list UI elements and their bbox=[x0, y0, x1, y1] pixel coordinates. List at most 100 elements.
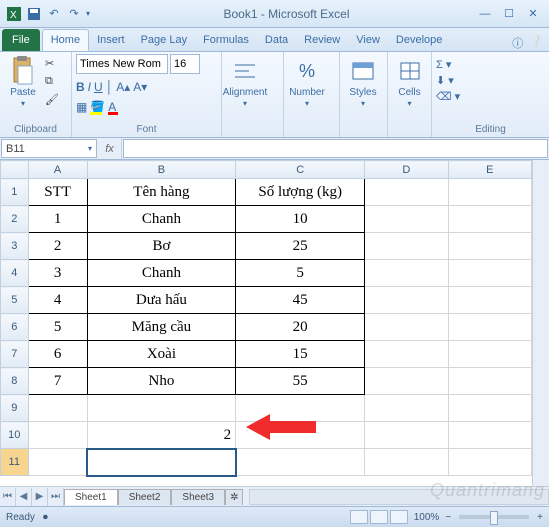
row-header[interactable]: 3 bbox=[1, 233, 29, 260]
row-header[interactable]: 5 bbox=[1, 287, 29, 314]
col-header-c[interactable]: C bbox=[236, 161, 365, 179]
help-icon[interactable]: ❔ bbox=[529, 35, 543, 51]
cell[interactable]: 7 bbox=[28, 368, 87, 395]
vertical-scrollbar[interactable] bbox=[532, 160, 549, 486]
sheet-tab-2[interactable]: Sheet2 bbox=[118, 489, 172, 505]
underline-button[interactable]: U bbox=[94, 80, 103, 94]
cell[interactable] bbox=[87, 395, 235, 422]
cell[interactable]: Chanh bbox=[87, 206, 235, 233]
font-name-select[interactable] bbox=[76, 54, 168, 74]
cell[interactable] bbox=[365, 260, 448, 287]
cell[interactable]: 55 bbox=[236, 368, 365, 395]
zoom-in-icon[interactable]: + bbox=[537, 512, 543, 523]
col-header-e[interactable]: E bbox=[448, 161, 531, 179]
row-header[interactable]: 2 bbox=[1, 206, 29, 233]
shrink-font-icon[interactable]: A▾ bbox=[133, 80, 147, 94]
name-box[interactable]: B11▾ bbox=[1, 139, 97, 158]
font-color-icon[interactable]: A bbox=[108, 100, 116, 114]
cell[interactable] bbox=[448, 368, 531, 395]
cells-button[interactable]: Cells▾ bbox=[392, 54, 427, 108]
cell[interactable]: 25 bbox=[236, 233, 365, 260]
cell[interactable] bbox=[365, 179, 448, 206]
cell[interactable]: Bơ bbox=[87, 233, 235, 260]
view-page-layout-icon[interactable] bbox=[370, 510, 388, 524]
cell[interactable] bbox=[448, 449, 531, 476]
font-size-select[interactable] bbox=[170, 54, 200, 74]
cell[interactable]: 2 bbox=[28, 233, 87, 260]
qat-customize-icon[interactable]: ▾ bbox=[86, 9, 90, 18]
cell[interactable] bbox=[365, 287, 448, 314]
cell[interactable] bbox=[448, 287, 531, 314]
zoom-slider[interactable] bbox=[459, 515, 529, 519]
cell[interactable] bbox=[28, 395, 87, 422]
styles-button[interactable]: Styles▾ bbox=[344, 54, 382, 108]
tab-home[interactable]: Home bbox=[42, 29, 89, 51]
zoom-level[interactable]: 100% bbox=[414, 512, 440, 523]
cell[interactable]: 4 bbox=[28, 287, 87, 314]
cell[interactable]: 15 bbox=[236, 341, 365, 368]
tab-file[interactable]: File bbox=[2, 29, 40, 51]
cell-b11-selected[interactable] bbox=[87, 449, 235, 476]
row-header[interactable]: 7 bbox=[1, 341, 29, 368]
macro-record-icon[interactable]: ⏺ bbox=[43, 512, 48, 523]
tab-developer[interactable]: Develope bbox=[388, 29, 450, 51]
zoom-out-icon[interactable]: − bbox=[445, 512, 451, 523]
cell[interactable]: Tên hàng bbox=[87, 179, 235, 206]
paste-button[interactable]: Paste ▾ bbox=[4, 54, 42, 108]
italic-button[interactable]: I bbox=[88, 80, 91, 94]
tab-review[interactable]: Review bbox=[296, 29, 348, 51]
cell[interactable] bbox=[448, 341, 531, 368]
cell[interactable]: 45 bbox=[236, 287, 365, 314]
autosum-icon[interactable]: Σ ▾ bbox=[436, 58, 451, 71]
cell[interactable]: Măng cầu bbox=[87, 314, 235, 341]
fill-icon[interactable]: ⬇ ▾ bbox=[436, 74, 454, 87]
fill-color-icon[interactable]: 🪣 bbox=[90, 100, 105, 114]
sheet-tab-3[interactable]: Sheet3 bbox=[171, 489, 225, 505]
cell[interactable]: 3 bbox=[28, 260, 87, 287]
cell[interactable] bbox=[28, 422, 87, 449]
cell[interactable]: 10 bbox=[236, 206, 365, 233]
cell[interactable] bbox=[365, 422, 448, 449]
cell[interactable]: Số lượng (kg) bbox=[236, 179, 365, 206]
fx-icon[interactable]: fx bbox=[98, 138, 122, 159]
row-header[interactable]: 11 bbox=[1, 449, 29, 476]
tab-view[interactable]: View bbox=[348, 29, 388, 51]
cell[interactable] bbox=[448, 314, 531, 341]
format-painter-icon[interactable]: 🖌 bbox=[45, 93, 61, 109]
cell[interactable] bbox=[365, 449, 448, 476]
select-all-corner[interactable] bbox=[1, 161, 29, 179]
copy-icon[interactable]: ⧉ bbox=[45, 75, 61, 91]
cell[interactable] bbox=[365, 395, 448, 422]
cell[interactable]: 6 bbox=[28, 341, 87, 368]
cell[interactable] bbox=[365, 368, 448, 395]
cell[interactable] bbox=[236, 449, 365, 476]
cell[interactable]: Xoài bbox=[87, 341, 235, 368]
tab-page-layout[interactable]: Page Lay bbox=[133, 29, 195, 51]
view-normal-icon[interactable] bbox=[350, 510, 368, 524]
maximize-icon[interactable]: ☐ bbox=[501, 6, 517, 22]
cut-icon[interactable]: ✂ bbox=[45, 57, 61, 73]
col-header-d[interactable]: D bbox=[365, 161, 448, 179]
cell[interactable] bbox=[448, 260, 531, 287]
cell[interactable] bbox=[448, 422, 531, 449]
undo-icon[interactable]: ↶ bbox=[46, 6, 62, 22]
cell[interactable]: Chanh bbox=[87, 260, 235, 287]
row-header[interactable]: 1 bbox=[1, 179, 29, 206]
tab-formulas[interactable]: Formulas bbox=[195, 29, 257, 51]
cell[interactable]: 1 bbox=[28, 206, 87, 233]
cell[interactable]: 5 bbox=[28, 314, 87, 341]
cell[interactable]: 5 bbox=[236, 260, 365, 287]
cell[interactable]: Dưa hấu bbox=[87, 287, 235, 314]
formula-input[interactable] bbox=[123, 139, 548, 158]
grow-font-icon[interactable]: A▴ bbox=[116, 80, 130, 94]
cell[interactable] bbox=[448, 233, 531, 260]
cell[interactable] bbox=[365, 341, 448, 368]
clear-icon[interactable]: ⌫ ▾ bbox=[436, 90, 460, 103]
cell-b10[interactable]: 2 bbox=[87, 422, 235, 449]
close-icon[interactable]: ✕ bbox=[525, 6, 541, 22]
sheet-tab-1[interactable]: Sheet1 bbox=[64, 489, 118, 505]
row-header[interactable]: 8 bbox=[1, 368, 29, 395]
cell[interactable] bbox=[365, 206, 448, 233]
cell[interactable]: 20 bbox=[236, 314, 365, 341]
number-button[interactable]: % Number▾ bbox=[288, 54, 326, 108]
